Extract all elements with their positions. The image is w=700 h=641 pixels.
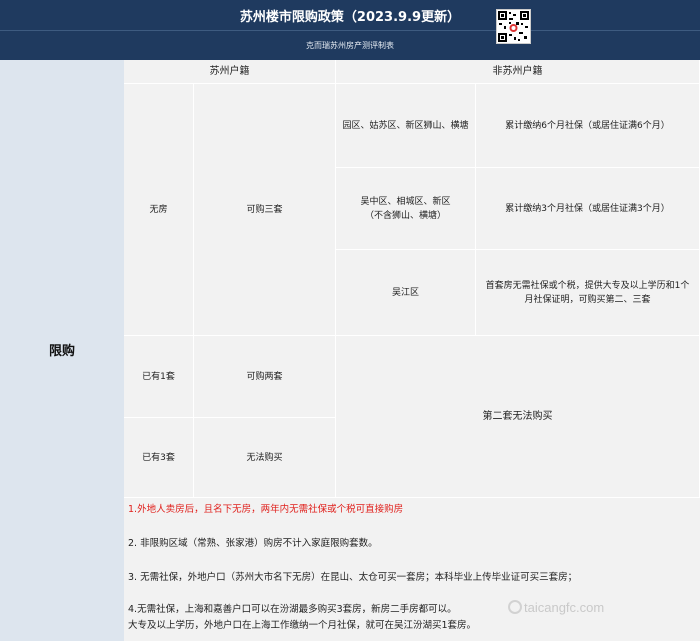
notes-section: 1.外地人卖房后，且名下无房，两年内无需社保或个税可直接购房 2. 非限购区域（… [124,498,700,641]
nonlocal-second-home-cell: 第二套无法购买 [336,336,700,498]
nonlocal-area-cell: 园区、姑苏区、新区狮山、横塘 [336,84,476,168]
page-subtitle: 克而瑞苏州房产测评制表 [306,41,394,50]
side-column: 限购 [0,60,124,641]
note-item: 4.无需社保，上海和嘉善户口可以在汾湖最多购买3套房，新房二手房都可以。 [128,604,457,615]
nonlocal-rule-cell: 累计缴纳3个月社保（或居住证满3个月） [476,168,700,250]
page-title: 苏州楼市限购政策（2023.9.9更新） [239,10,461,25]
column-header-local: 苏州户籍 [124,60,336,84]
note-item: 大专及以上学历，外地户口在上海工作缴纳一个月社保，就可在吴江汾湖买1套房。 [128,620,477,631]
note-item: 3. 无需社保，外地户口（苏州大市名下无房）在昆山、太仓可买一套房；本科毕业上传… [128,572,578,583]
note-item: 2. 非限购区域（常熟、张家港）购房不计入家庭限购套数。 [128,538,378,549]
nonlocal-area-cell: 吴中区、相城区、新区 （不含狮山、横塘） [336,168,476,250]
local-quota-cell: 可购两套 [194,336,336,418]
nonlocal-area-cell: 吴江区 [336,250,476,336]
nonlocal-rule-cell: 累计缴纳6个月社保（或居住证满6个月） [476,84,700,168]
watermark-logo-icon [508,600,522,614]
local-quota-cell: 可购三套 [194,84,336,336]
header-bar: 苏州楼市限购政策（2023.9.9更新） 克而瑞苏州房产测评制表 [0,0,700,60]
local-status-cell: 无房 [124,84,194,336]
qr-code-icon [496,9,531,44]
column-header-nonlocal: 非苏州户籍 [336,60,700,84]
nonlocal-rule-cell: 首套房无需社保或个税，提供大专及以上学历和1个月社保证明，可购买第二、三套 [476,250,700,336]
side-label: 限购 [48,344,75,359]
watermark-text: taicangfc.com [524,600,605,615]
note-item: 1.外地人卖房后，且名下无房，两年内无需社保或个税可直接购房 [128,504,404,515]
local-status-cell: 已有1套 [124,336,194,418]
local-quota-cell: 无法购买 [194,418,336,498]
local-status-cell: 已有3套 [124,418,194,498]
header-divider [0,30,700,31]
